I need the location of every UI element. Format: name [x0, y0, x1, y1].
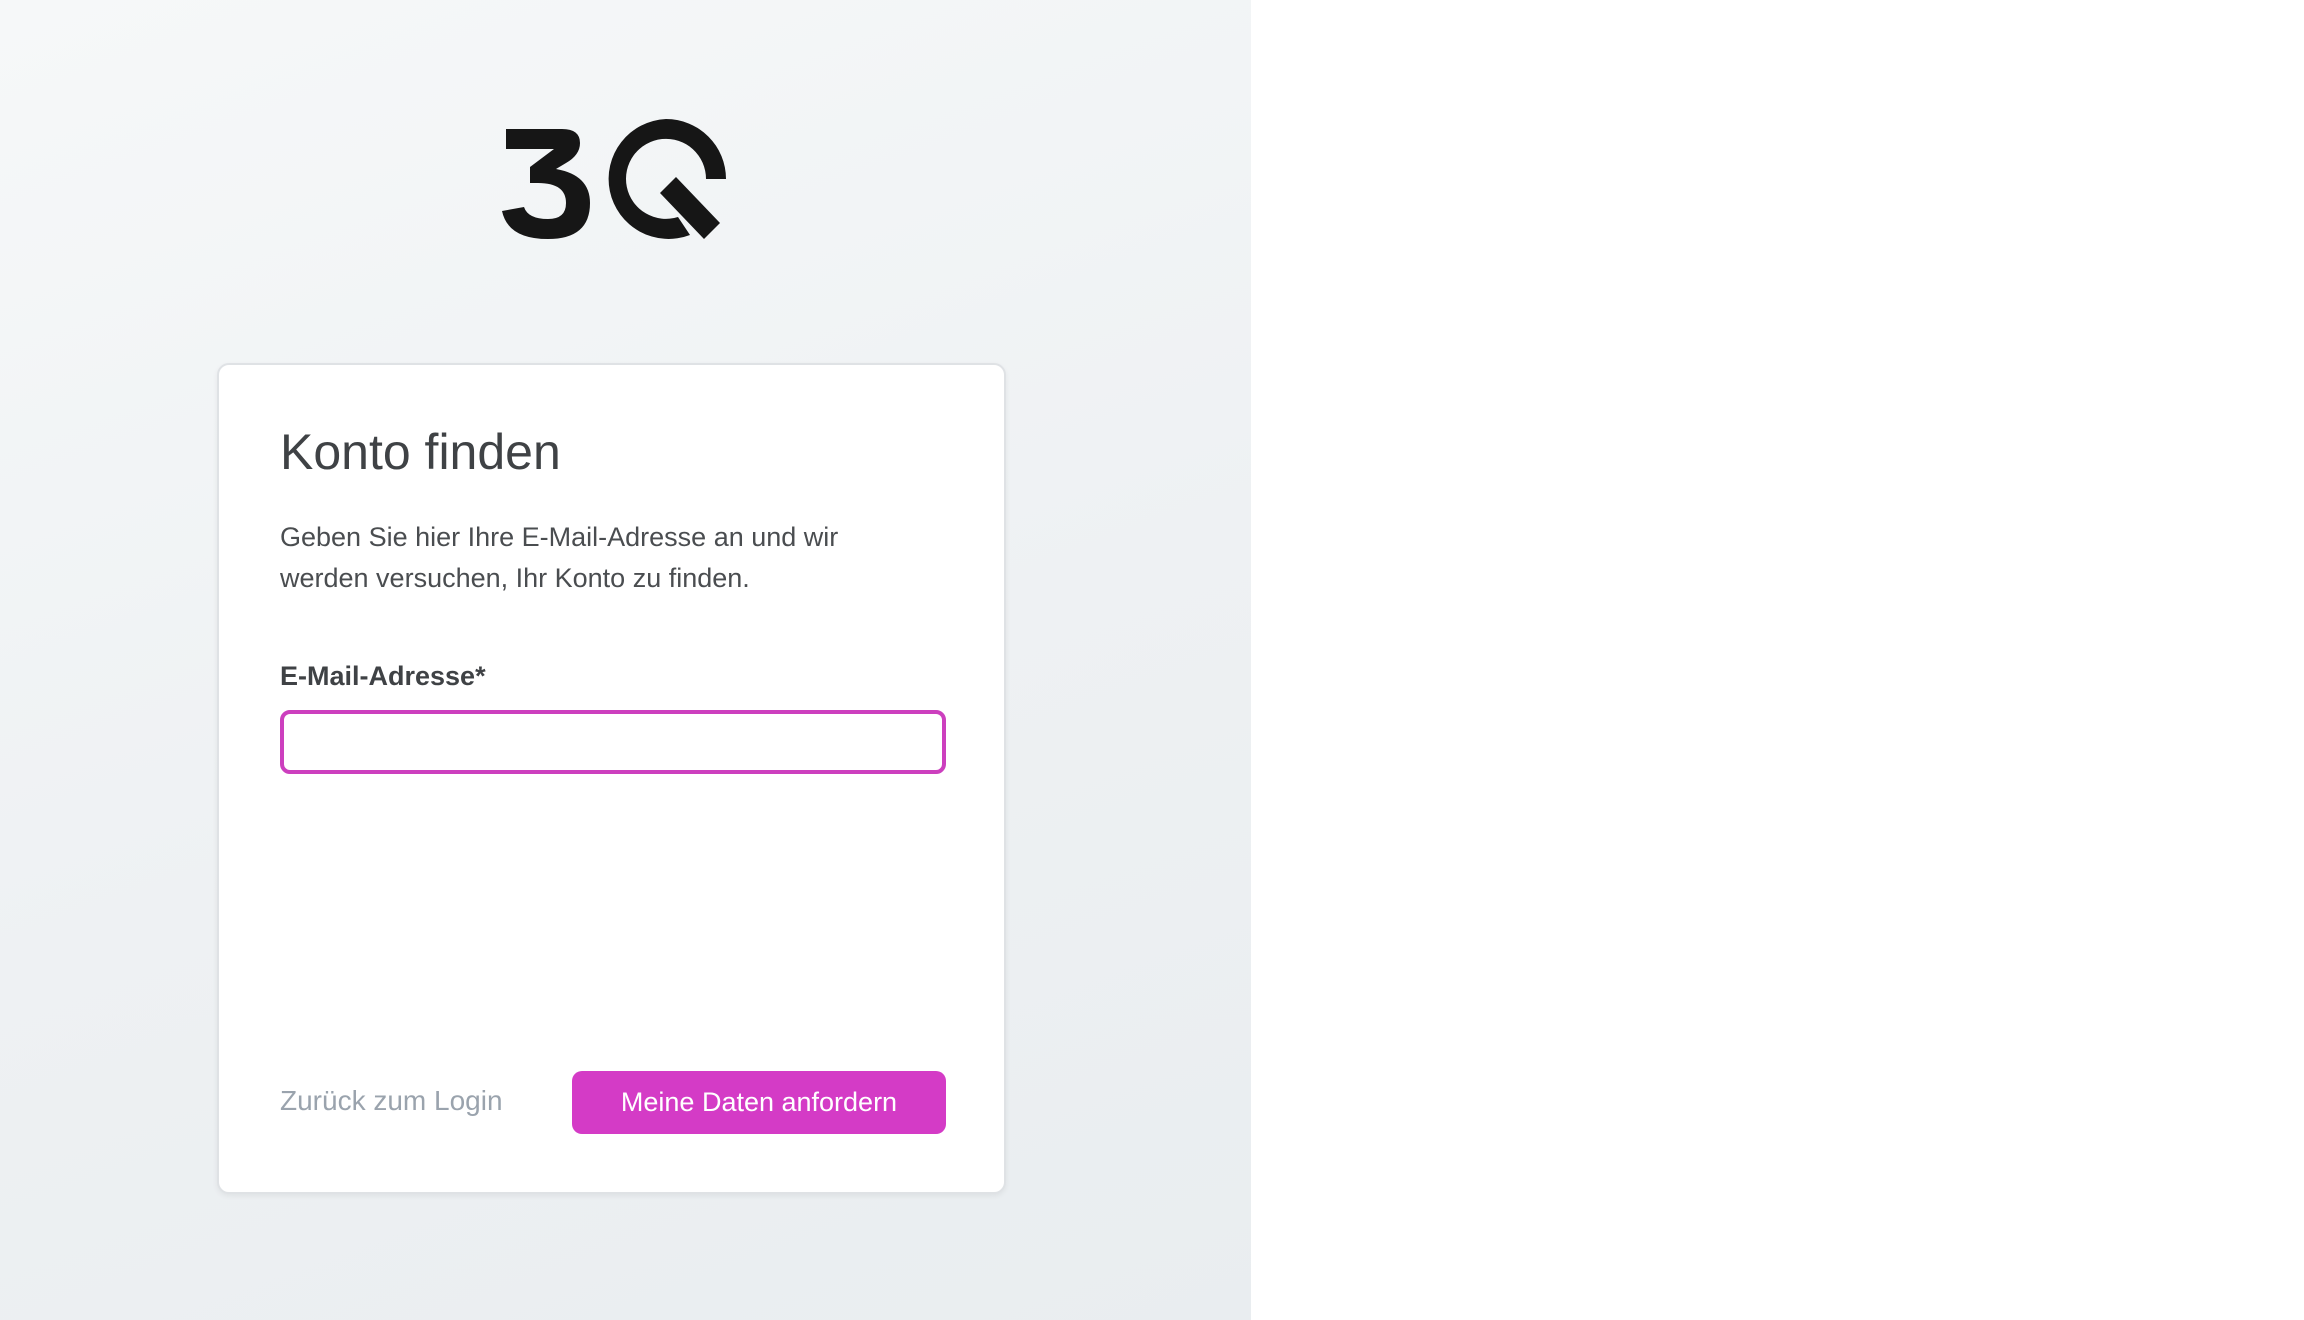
- logo-digit-3: [502, 129, 590, 239]
- brand-logo: [502, 119, 726, 239]
- login-page: Konto finden Geben Sie hier Ihre E-Mail-…: [0, 0, 2304, 1320]
- email-input[interactable]: [280, 710, 946, 774]
- card-title: Konto finden: [280, 424, 561, 480]
- left-panel: Konto finden Geben Sie hier Ihre E-Mail-…: [0, 0, 1251, 1320]
- find-account-card: Konto finden Geben Sie hier Ihre E-Mail-…: [217, 363, 1006, 1194]
- email-label: E-Mail-Adresse*: [280, 661, 486, 691]
- request-data-button[interactable]: Meine Daten anfordern: [572, 1071, 946, 1134]
- card-description: Geben Sie hier Ihre E-Mail-Adresse an un…: [280, 522, 839, 593]
- right-panel: [1251, 0, 2304, 1320]
- back-to-login-link[interactable]: Zurück zum Login: [280, 1085, 503, 1117]
